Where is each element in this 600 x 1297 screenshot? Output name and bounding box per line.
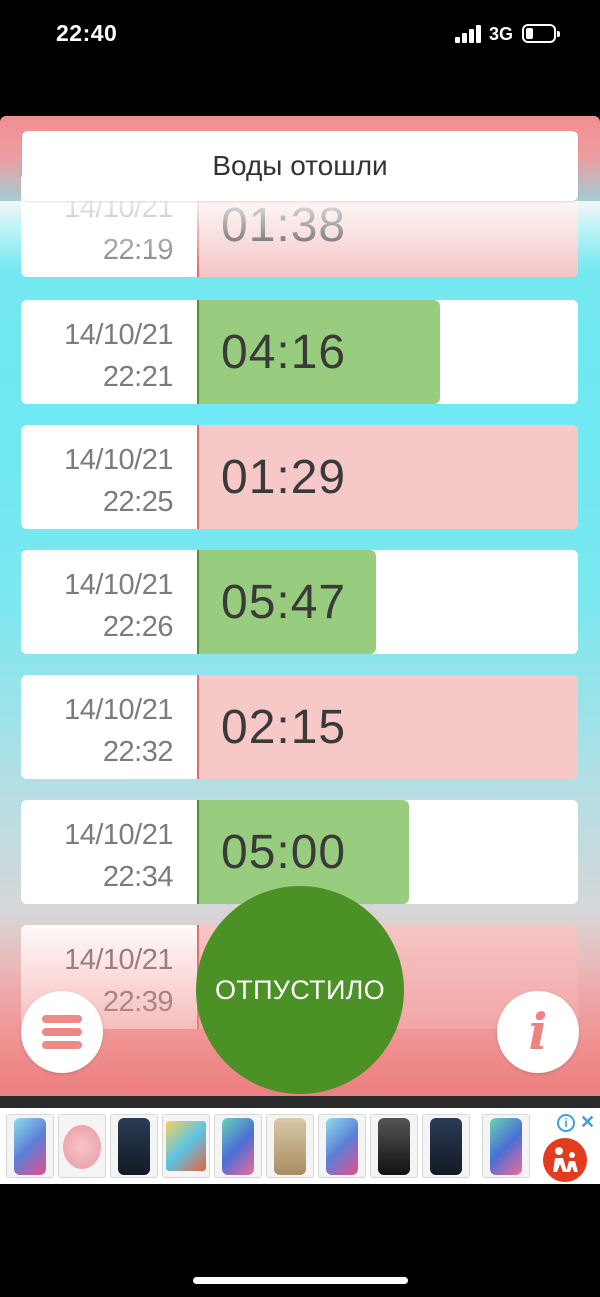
- menu-bar-icon: [42, 1041, 82, 1049]
- ad-product-headphones-icon[interactable]: [58, 1114, 106, 1178]
- row-time: 22:21: [102, 361, 174, 393]
- ad-banner[interactable]: i ✕: [0, 1108, 600, 1184]
- row-duration: 02:15: [221, 701, 347, 754]
- contraction-row[interactable]: 14/10/21 22:26 05:47: [21, 550, 578, 654]
- info-icon: i: [528, 1002, 548, 1061]
- row-datetime: 14/10/21 22:32: [21, 675, 197, 779]
- contraction-row[interactable]: 14/10/21 22:21 04:16: [21, 300, 578, 404]
- ad-product-phone-icon[interactable]: [6, 1114, 54, 1178]
- row-date: 14/10/21: [64, 694, 173, 726]
- menu-bar-icon: [42, 1015, 82, 1023]
- ad-product-book-icon[interactable]: [162, 1114, 210, 1178]
- row-time: 22:34: [102, 861, 174, 893]
- status-time: 22:40: [56, 20, 118, 46]
- row-date: 14/10/21: [64, 319, 173, 351]
- row-date: 14/10/21: [64, 944, 173, 976]
- row-time: 22:32: [102, 736, 174, 768]
- ad-product-phone-icon[interactable]: [482, 1114, 530, 1178]
- ad-close-icon[interactable]: ✕: [580, 1112, 595, 1133]
- ad-product-phone-icon[interactable]: [266, 1114, 314, 1178]
- battery-icon: [522, 24, 560, 43]
- row-datetime: 14/10/21 22:25: [21, 425, 197, 529]
- menu-button[interactable]: [21, 991, 103, 1073]
- release-button-label: ОТПУСТИЛО: [215, 974, 385, 1005]
- row-time: 22:19: [102, 234, 174, 266]
- release-button[interactable]: ОТПУСТИЛО: [196, 886, 404, 1094]
- ad-product-phone-icon[interactable]: [422, 1114, 470, 1178]
- app-bottom-divider: [0, 1096, 600, 1108]
- row-duration: 04:16: [221, 326, 347, 379]
- ad-brand-logo-icon[interactable]: [543, 1138, 587, 1182]
- row-datetime: 14/10/21 22:21: [21, 300, 197, 404]
- app-screen: Воды отошли 14/10/21 22:19 01:38 14/10/21 22…: [0, 116, 600, 1096]
- contraction-row[interactable]: 14/10/21 22:32 02:15: [21, 675, 578, 779]
- home-indicator[interactable]: [193, 1277, 408, 1284]
- network-type: 3G: [489, 24, 514, 44]
- ad-product-phone-icon[interactable]: [110, 1114, 158, 1178]
- row-time: 22:26: [102, 611, 174, 643]
- row-date: 14/10/21: [64, 819, 173, 851]
- menu-bar-icon: [42, 1028, 82, 1036]
- ad-product-phone-icon[interactable]: [370, 1114, 418, 1178]
- row-date: 14/10/21: [64, 569, 173, 601]
- cellular-signal-icon: [455, 25, 483, 43]
- row-duration: 05:47: [221, 576, 347, 629]
- row-date: 14/10/21: [64, 444, 173, 476]
- page-title: Воды отошли: [212, 150, 388, 181]
- row-datetime: 14/10/21 22:34: [21, 800, 197, 904]
- ad-info-icon[interactable]: i: [557, 1114, 575, 1132]
- row-datetime: 14/10/21 22:26: [21, 550, 197, 654]
- page-title-bar: Воды отошли: [22, 131, 578, 201]
- contraction-row[interactable]: 14/10/21 22:25 01:29: [21, 425, 578, 529]
- status-bar: 22:40 3G: [0, 0, 600, 70]
- row-duration: 01:29: [221, 451, 347, 504]
- ad-product-phone-icon[interactable]: [214, 1114, 262, 1178]
- ad-product-phone-icon[interactable]: [318, 1114, 366, 1178]
- info-button[interactable]: i: [497, 991, 579, 1073]
- row-time: 22:25: [102, 486, 174, 518]
